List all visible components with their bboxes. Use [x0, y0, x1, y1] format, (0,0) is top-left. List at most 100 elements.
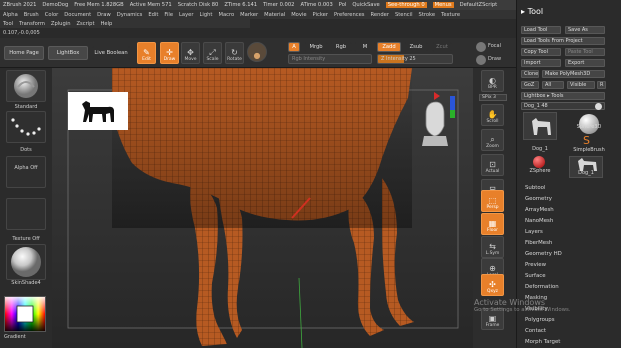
subpanel-layers[interactable]: Layers — [525, 229, 543, 235]
subpanel-contact[interactable]: Contact — [525, 328, 546, 334]
goz-button[interactable]: GoZ — [521, 81, 539, 89]
move-button[interactable]: ✥ Move — [181, 42, 200, 64]
canvas-viewport[interactable] — [52, 68, 473, 348]
menu-marker[interactable]: Marker — [240, 12, 258, 18]
menu-stencil[interactable]: Stencil — [395, 12, 413, 18]
material-sphere-button[interactable]: ● — [247, 42, 267, 62]
spix-slider[interactable]: SPix 3 — [479, 94, 507, 101]
menu-document[interactable]: Document — [64, 12, 91, 18]
zadd-button[interactable]: Zadd — [377, 42, 401, 52]
lsym-button[interactable]: ⇆ L.Sym — [481, 236, 504, 258]
menu-preferences[interactable]: Preferences — [334, 12, 365, 18]
menu-movie[interactable]: Movie — [291, 12, 306, 18]
subpanel-polygroups[interactable]: Polygroups — [525, 317, 555, 323]
zcut-button[interactable]: Zcut — [432, 42, 452, 52]
subpanel-subtool[interactable]: Subtool — [525, 185, 545, 191]
edit-button[interactable]: ✎ Edit — [137, 42, 156, 64]
rgb-button[interactable]: Rgb — [330, 42, 352, 52]
quicksave-button[interactable]: QuickSave — [352, 2, 379, 8]
bpr-button[interactable]: ◐ BPR — [481, 70, 504, 92]
menu-stroke[interactable]: Stroke — [419, 12, 436, 18]
menu-color[interactable]: Color — [45, 12, 59, 18]
lightbox-button[interactable]: LightBox — [48, 46, 88, 60]
live-boolean-button[interactable]: Live Boolean — [92, 46, 130, 60]
draw-button[interactable]: ✛ Draw — [160, 42, 179, 64]
menu-help[interactable]: Help — [101, 21, 113, 27]
menu-render[interactable]: Render — [371, 12, 389, 18]
qxyz-button[interactable]: ✣ Qxyz — [481, 274, 504, 296]
menu-transform[interactable]: Transform — [19, 21, 45, 27]
copy-tool-button[interactable]: Copy Tool — [521, 48, 561, 56]
make-polymesh3d-button[interactable]: Make PolyMesh3D — [542, 70, 605, 78]
material-selector[interactable] — [6, 244, 46, 280]
m-button[interactable]: M — [354, 42, 376, 52]
draw-size-knob[interactable] — [476, 55, 486, 65]
dog-tool-slider[interactable]: Dog_1 48 — [521, 102, 605, 110]
visible-button[interactable]: Visible — [567, 81, 595, 89]
subpanel-nanomesh[interactable]: NanoMesh — [525, 218, 553, 224]
subpanel-geometry-hd[interactable]: Geometry HD — [525, 251, 562, 257]
r-button[interactable]: R — [597, 81, 606, 89]
see-through-slider[interactable]: See-through 0 — [385, 2, 427, 8]
menu-texture[interactable]: Texture — [441, 12, 460, 18]
rotate-button[interactable]: ↻ Rotate — [225, 42, 244, 64]
mrgb-button[interactable]: Mrgb — [304, 42, 328, 52]
subpanel-arraymesh[interactable]: ArrayMesh — [525, 207, 554, 213]
actual-icon: ⊡ — [489, 160, 496, 169]
load-tool-button[interactable]: Load Tool — [521, 26, 561, 34]
floor-button[interactable]: ▦ Floor — [481, 213, 504, 235]
menu-alpha[interactable]: Alpha — [3, 12, 18, 18]
menu-macro[interactable]: Macro — [218, 12, 234, 18]
menu-material[interactable]: Material — [264, 12, 285, 18]
menu-dynamics[interactable]: Dynamics — [117, 12, 143, 18]
menu-tool[interactable]: Tool — [3, 21, 13, 27]
menu-zplugin[interactable]: Zplugin — [51, 21, 71, 27]
menus-button[interactable]: Menus — [432, 2, 454, 8]
subpanel-surface[interactable]: Surface — [525, 273, 546, 279]
menu-edit[interactable]: Edit — [148, 12, 158, 18]
actual-button[interactable]: ⊡ Actual — [481, 154, 504, 176]
menu-zscript[interactable]: Zscript — [77, 21, 95, 27]
persp-button[interactable]: ⬚ Persp — [481, 190, 504, 212]
zoom-button[interactable]: ⌕ Zoom — [481, 129, 504, 151]
menu-light[interactable]: Light — [200, 12, 213, 18]
slider-knob[interactable] — [595, 103, 602, 110]
all-button[interactable]: All — [542, 81, 564, 89]
rgb-intensity-slider[interactable]: Rgb Intensity — [288, 54, 372, 64]
lightbox-tools-button[interactable]: Lightbox ▸ Tools — [521, 92, 605, 100]
home-page-button[interactable]: Home Page — [4, 46, 44, 60]
clone-button[interactable]: Clone — [521, 70, 539, 78]
menu-layer[interactable]: Layer — [179, 12, 193, 18]
scroll-button[interactable]: ✋ Scroll — [481, 104, 504, 126]
subpanel-geometry[interactable]: Geometry — [525, 196, 552, 202]
default-zscript-button[interactable]: DefaultZScript — [460, 2, 498, 8]
orientation-gizmo[interactable] — [412, 92, 456, 148]
subpanel-morph-target[interactable]: Morph Target — [525, 339, 560, 345]
brush-selector[interactable] — [6, 70, 46, 102]
subpanel-deformation[interactable]: Deformation — [525, 284, 559, 290]
scale-button[interactable]: ⤢ Scale — [203, 42, 222, 64]
import-button[interactable]: Import — [521, 59, 561, 67]
menu-draw[interactable]: Draw — [97, 12, 111, 18]
menu-picker[interactable]: Picker — [313, 12, 328, 18]
z-intensity-slider[interactable]: Z Intensity 25 — [377, 54, 453, 64]
simplebrush-thumb-icon[interactable]: S — [583, 134, 590, 147]
zsub-button[interactable]: Zsub — [404, 42, 428, 52]
texture-selector[interactable] — [6, 198, 46, 230]
alpha-selector[interactable] — [6, 156, 46, 188]
subpanel-fibermesh[interactable]: FiberMesh — [525, 240, 552, 246]
a-toggle[interactable]: A — [288, 42, 300, 52]
export-button[interactable]: Export — [565, 59, 605, 67]
menu-file[interactable]: File — [164, 12, 173, 18]
load-tools-from-project-button[interactable]: Load Tools From Project — [521, 37, 605, 45]
menu-brush[interactable]: Brush — [24, 12, 39, 18]
color-picker[interactable] — [4, 296, 46, 332]
stroke-selector[interactable] — [6, 111, 46, 143]
focal-shift-knob[interactable] — [476, 42, 486, 52]
tool-panel-header[interactable]: ▸ Tool — [521, 7, 543, 16]
tool-thumb-dog[interactable] — [523, 112, 557, 140]
subpanel-preview[interactable]: Preview — [525, 262, 546, 268]
save-as-button[interactable]: Save As — [565, 26, 605, 34]
paste-tool-button[interactable]: Paste Tool — [565, 48, 605, 56]
zsphere-thumb-icon[interactable] — [533, 156, 545, 168]
